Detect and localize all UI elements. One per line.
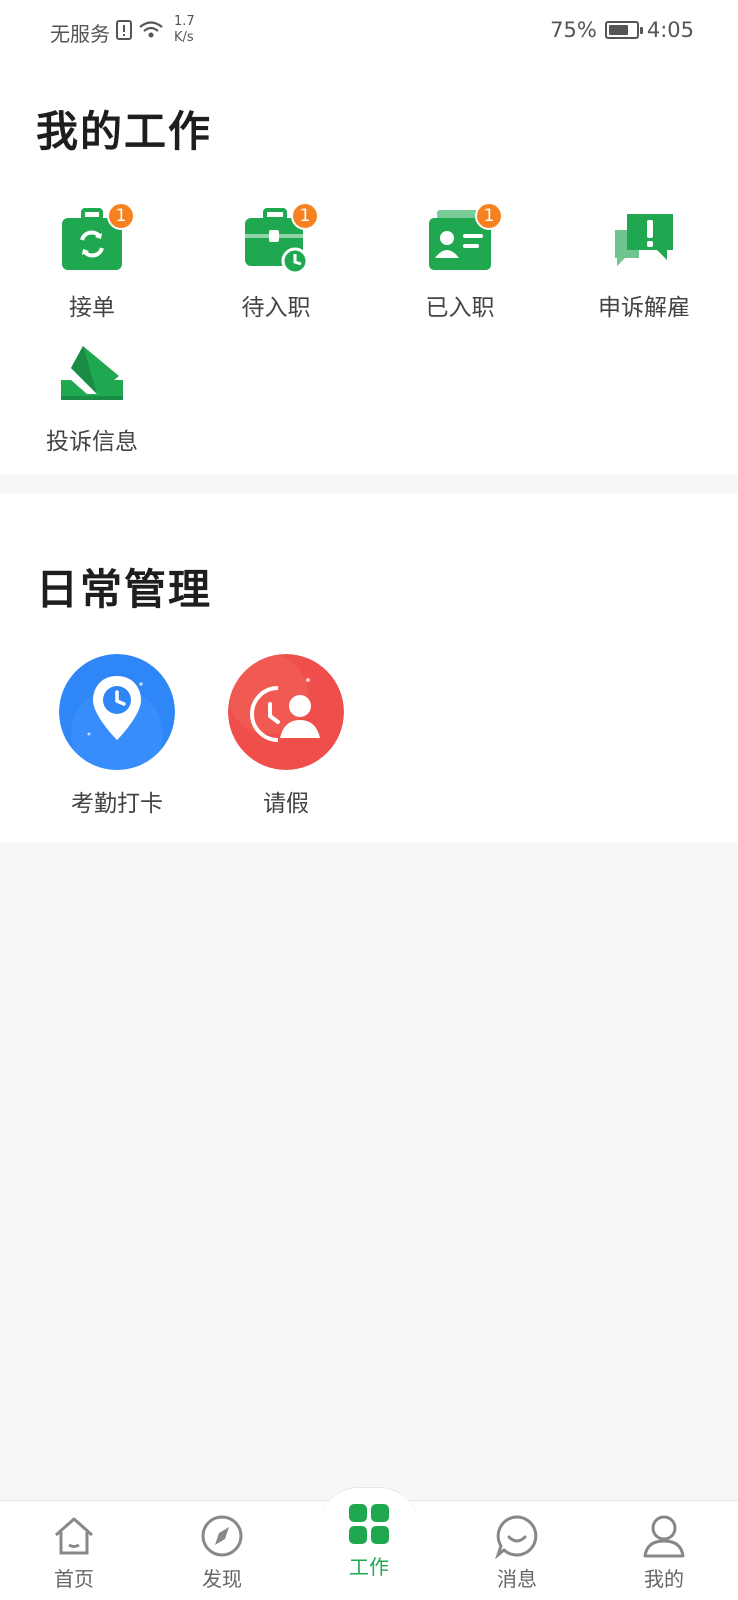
work-item-onboarded[interactable]: 1 已入职 xyxy=(368,202,552,322)
nav-label: 工作 xyxy=(349,1555,389,1579)
battery-icon xyxy=(604,21,643,39)
nav-label: 发现 xyxy=(202,1567,242,1591)
briefcase-refresh-icon: 1 xyxy=(57,202,135,276)
grid-icon xyxy=(346,1501,392,1547)
nav-tab-home[interactable]: 首页 xyxy=(0,1501,148,1600)
work-item-complaint-info[interactable]: 投诉信息 xyxy=(0,340,184,456)
battery-percent: 75% xyxy=(550,18,597,42)
work-item-accept-order[interactable]: 1 接单 xyxy=(0,202,184,322)
briefcase-clock-icon: 1 xyxy=(241,202,319,276)
clock-time: 4:05 xyxy=(646,18,694,42)
speed-value: 1.7 xyxy=(174,13,195,29)
notification-badge: 1 xyxy=(107,202,135,230)
nav-tab-messages[interactable]: 消息 xyxy=(443,1501,591,1600)
bottom-navigation: 首页 发现 工作 消息 我的 xyxy=(0,1487,738,1600)
compass-icon xyxy=(199,1513,245,1559)
nav-label: 首页 xyxy=(54,1567,94,1591)
my-work-section: 我的工作 1 接单 1 待入职 1 已入职 申诉解雇 投诉信息 xyxy=(0,62,738,474)
nav-label: 我的 xyxy=(644,1567,684,1591)
location-clock-icon xyxy=(59,654,175,770)
daily-management-section: 日常管理 考勤打卡 请假 xyxy=(0,494,738,842)
notification-badge: 1 xyxy=(475,202,503,230)
status-bar: 无服务 1.7 K/s 75% 4:05 xyxy=(0,0,738,62)
work-item-label: 已入职 xyxy=(425,295,495,321)
section-title-daily-management: 日常管理 xyxy=(36,565,213,614)
envelope-tray-icon xyxy=(57,340,127,410)
chat-smile-icon xyxy=(494,1513,540,1559)
speed-unit: K/s xyxy=(174,29,194,45)
section-title-my-work: 我的工作 xyxy=(36,107,213,156)
nav-tab-mine[interactable]: 我的 xyxy=(590,1501,738,1600)
id-card-icon: 1 xyxy=(425,202,503,276)
wifi-icon xyxy=(138,20,164,45)
work-item-pending-onboard[interactable]: 1 待入职 xyxy=(184,202,368,322)
daily-item-label: 请假 xyxy=(263,791,309,817)
daily-item-label: 考勤打卡 xyxy=(71,791,163,817)
daily-item-attendance[interactable]: 考勤打卡 xyxy=(47,654,187,818)
work-item-label: 申诉解雇 xyxy=(598,295,690,321)
daily-item-leave[interactable]: 请假 xyxy=(216,654,356,818)
nav-label: 消息 xyxy=(497,1567,537,1591)
work-item-label: 待入职 xyxy=(241,295,311,321)
work-item-label: 接单 xyxy=(69,295,115,321)
work-item-label: 投诉信息 xyxy=(46,429,138,455)
carrier-text: 无服务 xyxy=(50,22,110,46)
nav-tab-work[interactable]: 工作 xyxy=(295,1501,443,1600)
status-left: 无服务 1.7 K/s xyxy=(50,14,195,47)
clock-person-icon xyxy=(228,654,344,770)
work-item-appeal-dismissal[interactable]: 申诉解雇 xyxy=(552,206,736,322)
home-icon xyxy=(51,1513,97,1559)
chat-alert-icon xyxy=(609,206,679,276)
battery-fill xyxy=(608,25,629,35)
status-right: 75% 4:05 xyxy=(550,18,694,42)
notification-badge: 1 xyxy=(291,202,319,230)
user-icon xyxy=(641,1513,687,1559)
sim-alert-icon xyxy=(116,20,132,45)
network-speed: 1.7 K/s xyxy=(174,14,195,46)
nav-tab-discover[interactable]: 发现 xyxy=(148,1501,296,1600)
